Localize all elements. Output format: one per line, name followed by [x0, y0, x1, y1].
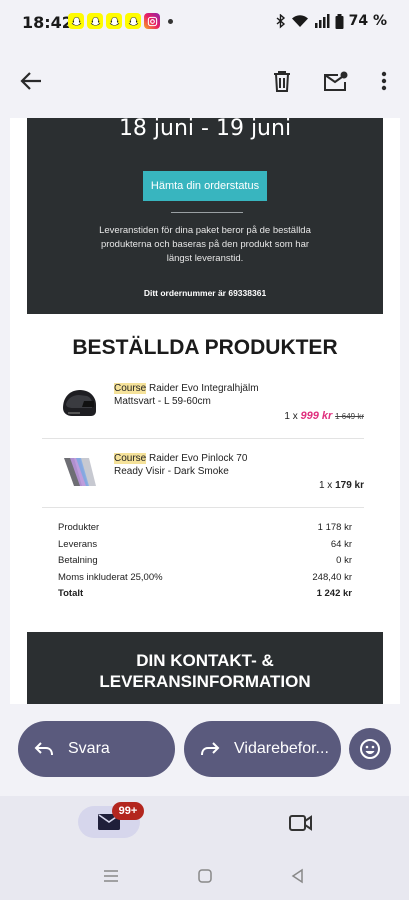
summary-row: Betalning 0 kr: [58, 553, 352, 570]
wifi-icon: [291, 15, 308, 27]
battery-icon: [335, 13, 344, 29]
back-triangle-icon: [291, 868, 303, 884]
summary-value: 1 178 kr: [317, 522, 352, 533]
delivery-info-text: Leveranstiden för dina paket beror på de…: [99, 225, 311, 264]
order-status-button[interactable]: Hämta din orderstatus: [143, 171, 267, 201]
product-price: 1 x 999 kr 1 649 kr: [284, 410, 364, 422]
system-navigation: [0, 852, 409, 900]
summary-label: Totalt: [58, 588, 84, 599]
email-toolbar: [0, 44, 409, 118]
back-nav-button[interactable]: [287, 866, 307, 886]
product-title: Raider Evo Pinlock 70: [146, 453, 248, 464]
email-body[interactable]: 18 juni - 19 juni Hämta din orderstatus …: [10, 118, 400, 704]
brand-highlight: Course: [114, 453, 147, 464]
nav-meet[interactable]: [286, 810, 316, 836]
summary-value: 248,40 kr: [312, 571, 352, 583]
more-options-icon: [381, 71, 387, 91]
emoji-icon: [360, 739, 380, 759]
snapchat-icon: [87, 13, 103, 29]
forward-icon: [201, 742, 220, 756]
delivery-date-range: 18 juni - 19 juni: [118, 118, 292, 141]
bottom-navigation: 99+: [0, 796, 409, 852]
snapchat-icon: [125, 13, 141, 29]
notification-icons: [68, 13, 173, 29]
reply-button[interactable]: Svara: [18, 721, 175, 777]
summary-row: Leverans 64 kr: [58, 537, 352, 554]
summary-value: 64 kr: [330, 538, 352, 550]
product-name: Course Raider Evo Integralhjälm Mattsvar…: [114, 382, 344, 408]
signal-icon: [314, 14, 330, 28]
more-options-button[interactable]: [369, 66, 399, 96]
contact-heading: DIN KONTAKT- & LEVERANSINFORMATION: [27, 632, 383, 692]
recents-icon: [104, 870, 118, 882]
summary-label: Moms inkluderat 25,00%: [58, 571, 163, 583]
contact-panel: DIN KONTAKT- & LEVERANSINFORMATION: [27, 632, 383, 704]
delete-button[interactable]: [267, 66, 297, 96]
brand-highlight: Course: [114, 383, 147, 394]
mark-unread-button[interactable]: [321, 66, 351, 96]
original-price: 1 649 kr: [335, 412, 364, 421]
home-button[interactable]: [195, 866, 215, 886]
summary-value: 1 242 kr: [316, 588, 352, 599]
bluetooth-icon: [276, 13, 285, 29]
unread-badge: 99+: [112, 802, 144, 820]
emoji-reaction-button[interactable]: [349, 728, 391, 770]
more-notifications-dot: [168, 18, 173, 24]
mark-unread-icon: [324, 71, 348, 91]
summary-label: Leverans: [58, 538, 98, 550]
delete-icon: [274, 71, 290, 92]
divider: [42, 438, 364, 439]
summary-row: Moms inkluderat 25,00% 248,40 kr: [58, 570, 352, 587]
back-button[interactable]: [16, 66, 46, 96]
product-item[interactable]: Course Raider Evo Pinlock 70 Ready Visir…: [58, 452, 364, 492]
clock: 18:42: [22, 13, 73, 32]
product-variant: Mattsvart - L 59-60cm: [114, 396, 211, 407]
summary-label: Betalning: [58, 555, 98, 566]
snapchat-icon: [106, 13, 122, 29]
contact-heading-line: DIN KONTAKT- &: [136, 651, 274, 670]
product-name: Course Raider Evo Pinlock 70 Ready Visir…: [114, 452, 344, 478]
order-summary: Produkter 1 178 kr Leverans 64 kr Betalnin…: [58, 520, 352, 603]
summary-label: Produkter: [58, 522, 100, 533]
back-arrow-icon: [20, 72, 41, 90]
divider: [42, 507, 364, 508]
forward-label: Vidarebefor...: [234, 740, 329, 757]
reply-icon: [34, 742, 53, 756]
forward-button[interactable]: Vidarebefor...: [184, 721, 341, 777]
product-price: 1 x 179 kr: [319, 480, 364, 491]
ordered-products-heading: BESTÄLLDA PRODUKTER: [72, 336, 338, 359]
summary-value: 0 kr: [336, 555, 352, 566]
delivery-panel: 18 juni - 19 juni Hämta din orderstatus …: [27, 118, 383, 314]
battery-percent: 74 %: [348, 13, 387, 29]
system-indicators: 74 %: [276, 13, 387, 29]
status-bar: 18:42 74 %: [0, 0, 409, 44]
contact-heading-line: LEVERANSINFORMATION: [99, 672, 311, 691]
product-title: Raider Evo Integralhjälm: [146, 383, 259, 394]
sale-price: 999 kr: [300, 410, 333, 422]
visor-icon: [58, 452, 100, 494]
summary-total-row: Totalt 1 242 kr: [58, 586, 352, 603]
product-variant: Ready Visir - Dark Smoke: [114, 466, 229, 477]
product-item[interactable]: Course Raider Evo Integralhjälm Mattsvar…: [58, 382, 364, 428]
product-qty: 1 x: [284, 411, 298, 422]
reply-label: Svara: [68, 740, 110, 757]
divider: [171, 212, 243, 213]
video-camera-icon: [289, 815, 312, 831]
order-number: Ditt ordernummer är 69338361: [143, 288, 267, 298]
instagram-icon: [144, 13, 160, 29]
product-qty: 1 x: [318, 480, 333, 491]
helmet-icon: [58, 382, 100, 424]
recents-button[interactable]: [101, 866, 121, 886]
reply-actions: Svara Vidarebefor...: [0, 704, 409, 796]
snapchat-icon: [68, 13, 84, 29]
price: 179 kr: [335, 480, 364, 491]
home-icon: [198, 869, 212, 883]
summary-row: Produkter 1 178 kr: [58, 520, 352, 537]
